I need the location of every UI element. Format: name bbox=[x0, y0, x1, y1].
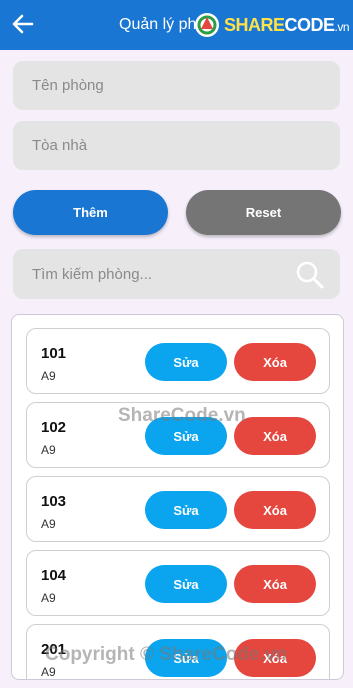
edit-button[interactable]: Sửa bbox=[145, 491, 227, 529]
room-card: 102 A9 Sửa Xóa bbox=[26, 402, 330, 468]
room-card: 104 A9 Sửa Xóa bbox=[26, 550, 330, 616]
edit-button[interactable]: Sửa bbox=[145, 565, 227, 603]
room-name: 101 bbox=[41, 345, 67, 362]
room-card: 101 A9 Sửa Xóa bbox=[26, 328, 330, 394]
room-list[interactable]: 101 A9 Sửa Xóa 102 A9 Sửa Xóa 103 A9 Sửa… bbox=[11, 314, 344, 680]
delete-button[interactable]: Xóa bbox=[234, 491, 316, 529]
search-bar bbox=[13, 249, 340, 299]
room-name: 103 bbox=[41, 493, 67, 510]
edit-button[interactable]: Sửa bbox=[145, 639, 227, 677]
search-input[interactable] bbox=[13, 249, 283, 299]
delete-button[interactable]: Xóa bbox=[234, 417, 316, 455]
sharecode-logo-icon bbox=[195, 13, 219, 37]
page-title: Quản lý ph bbox=[119, 16, 197, 33]
delete-button[interactable]: Xóa bbox=[234, 565, 316, 603]
edit-button[interactable]: Sửa bbox=[145, 417, 227, 455]
room-building: A9 bbox=[41, 665, 56, 679]
building-field[interactable] bbox=[13, 121, 340, 170]
room-name-field[interactable] bbox=[13, 61, 340, 110]
delete-button[interactable]: Xóa bbox=[234, 639, 316, 677]
room-building: A9 bbox=[41, 369, 56, 383]
room-building: A9 bbox=[41, 591, 56, 605]
add-button[interactable]: Thêm bbox=[13, 190, 168, 235]
edit-button[interactable]: Sửa bbox=[145, 343, 227, 381]
room-name: 201 bbox=[41, 641, 67, 658]
search-icon[interactable] bbox=[295, 260, 325, 290]
delete-button[interactable]: Xóa bbox=[234, 343, 316, 381]
sharecode-logo-text: SHARECODE.vn bbox=[224, 14, 350, 35]
room-name: 102 bbox=[41, 419, 67, 436]
room-building: A9 bbox=[41, 517, 56, 531]
room-card: 103 A9 Sửa Xóa bbox=[26, 476, 330, 542]
back-arrow-icon[interactable] bbox=[8, 9, 38, 39]
reset-button[interactable]: Reset bbox=[186, 190, 341, 235]
app-bar: Quản lý ph SHARECODE.vn bbox=[0, 0, 353, 50]
room-card: 201 A9 Sửa Xóa bbox=[26, 624, 330, 679]
room-name: 104 bbox=[41, 567, 67, 584]
room-building: A9 bbox=[41, 443, 56, 457]
sharecode-logo: SHARECODE.vn bbox=[193, 10, 350, 40]
